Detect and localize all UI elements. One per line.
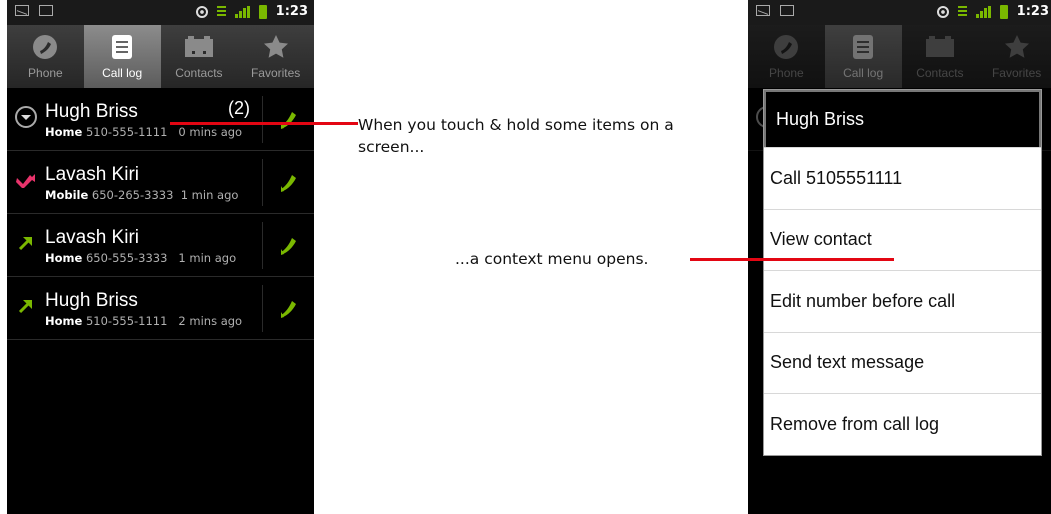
call-log-item[interactable]: Lavash Kiri Mobile 650-265-3333 1 min ag… [7, 151, 314, 214]
phone-icon [32, 34, 58, 60]
missed-call-icon [15, 172, 37, 192]
call-time: 1 min ago [178, 251, 237, 265]
phone-number: 650-265-3333 [91, 188, 174, 202]
battery-icon [999, 4, 1008, 19]
gps-icon [936, 5, 949, 18]
context-menu-title: Hugh Briss [764, 90, 1041, 147]
contact-name: Lavash Kiri [45, 164, 139, 185]
data-connection-icon [957, 5, 967, 18]
tab-bar: Phone Call log Contacts Favorites [7, 25, 314, 88]
call-time: 2 mins ago [178, 314, 243, 328]
tab-favorites[interactable]: Favorites [237, 25, 314, 88]
status-bar: 1:23 [7, 0, 314, 25]
signal-strength-icon [234, 5, 250, 18]
annotation-text: When you touch & hold some items on a sc… [358, 116, 674, 156]
call-button[interactable] [262, 284, 314, 332]
tab-contacts[interactable]: Contacts [161, 25, 238, 88]
signal-strength-icon [975, 5, 991, 18]
data-connection-icon [216, 5, 226, 18]
tab-label: Favorites [250, 66, 301, 80]
outgoing-call-icon [18, 298, 34, 318]
tab-label: Contacts [175, 66, 223, 80]
call-button[interactable] [262, 158, 314, 206]
call-count: (2) [228, 98, 250, 118]
menu-item-edit-number[interactable]: Edit number before call [764, 270, 1041, 332]
status-bar: 1:23 [748, 0, 1051, 25]
notification-icon [780, 5, 794, 16]
star-icon [263, 34, 289, 60]
phone-number: 650-555-3333 [85, 251, 168, 265]
call-log-list: Hugh Briss Home 510-555-1111 0 mins ago … [7, 88, 314, 340]
green-phone-icon [280, 301, 296, 318]
call-button[interactable] [262, 95, 314, 143]
call-log-item[interactable]: Hugh Briss Home 510-555-1111 2 mins ago [7, 277, 314, 340]
email-notification-icon [15, 5, 29, 16]
expand-icon[interactable] [15, 106, 37, 132]
phone-screen-call-log: 1:23 Phone Call log Contacts Favorites H… [7, 0, 314, 514]
number-type: Home [45, 251, 83, 265]
tab-label: Call log [102, 66, 143, 80]
green-phone-icon [280, 112, 296, 129]
phone-number: 510-555-1111 [85, 314, 168, 328]
phone-number: 510-555-1111 [85, 125, 168, 139]
tab-phone[interactable]: Phone [7, 25, 84, 88]
call-time: 1 min ago [180, 188, 239, 202]
menu-item-send-text[interactable]: Send text message [764, 331, 1041, 394]
tab-label: Phone [28, 66, 63, 80]
status-time: 1:23 [1016, 4, 1049, 19]
status-time: 1:23 [275, 4, 308, 19]
tab-call-log[interactable]: Call log [83, 25, 161, 88]
contact-name: Lavash Kiri [45, 227, 139, 248]
menu-item-call[interactable]: Call 5105551111 [764, 147, 1041, 209]
context-menu: Hugh Briss Call 5105551111 View contact … [763, 89, 1042, 456]
contacts-icon [184, 34, 214, 60]
annotation-pointer [690, 258, 894, 261]
menu-item-remove-from-log[interactable]: Remove from call log [764, 393, 1041, 455]
call-log-item[interactable]: Hugh Briss Home 510-555-1111 0 mins ago … [7, 88, 314, 151]
number-type: Home [45, 314, 83, 328]
annotation-text: ...a context menu opens. [455, 250, 649, 268]
call-button[interactable] [262, 221, 314, 269]
number-type: Home [45, 125, 83, 139]
battery-icon [258, 4, 267, 19]
call-log-icon [111, 34, 133, 60]
outgoing-call-icon [18, 235, 34, 255]
email-notification-icon [756, 5, 770, 16]
notification-icon [39, 5, 53, 16]
contact-name: Hugh Briss [45, 290, 138, 311]
gps-icon [195, 5, 208, 18]
green-phone-icon [280, 238, 296, 255]
green-phone-icon [280, 175, 296, 192]
number-type: Mobile [45, 188, 89, 202]
phone-screen-context-menu: 1:23 Phone Call log Contacts Favorite [748, 0, 1051, 514]
call-time: 0 mins ago [178, 125, 243, 139]
annotation-pointer [170, 122, 358, 125]
call-log-item[interactable]: Lavash Kiri Home 650-555-3333 1 min ago [7, 214, 314, 277]
